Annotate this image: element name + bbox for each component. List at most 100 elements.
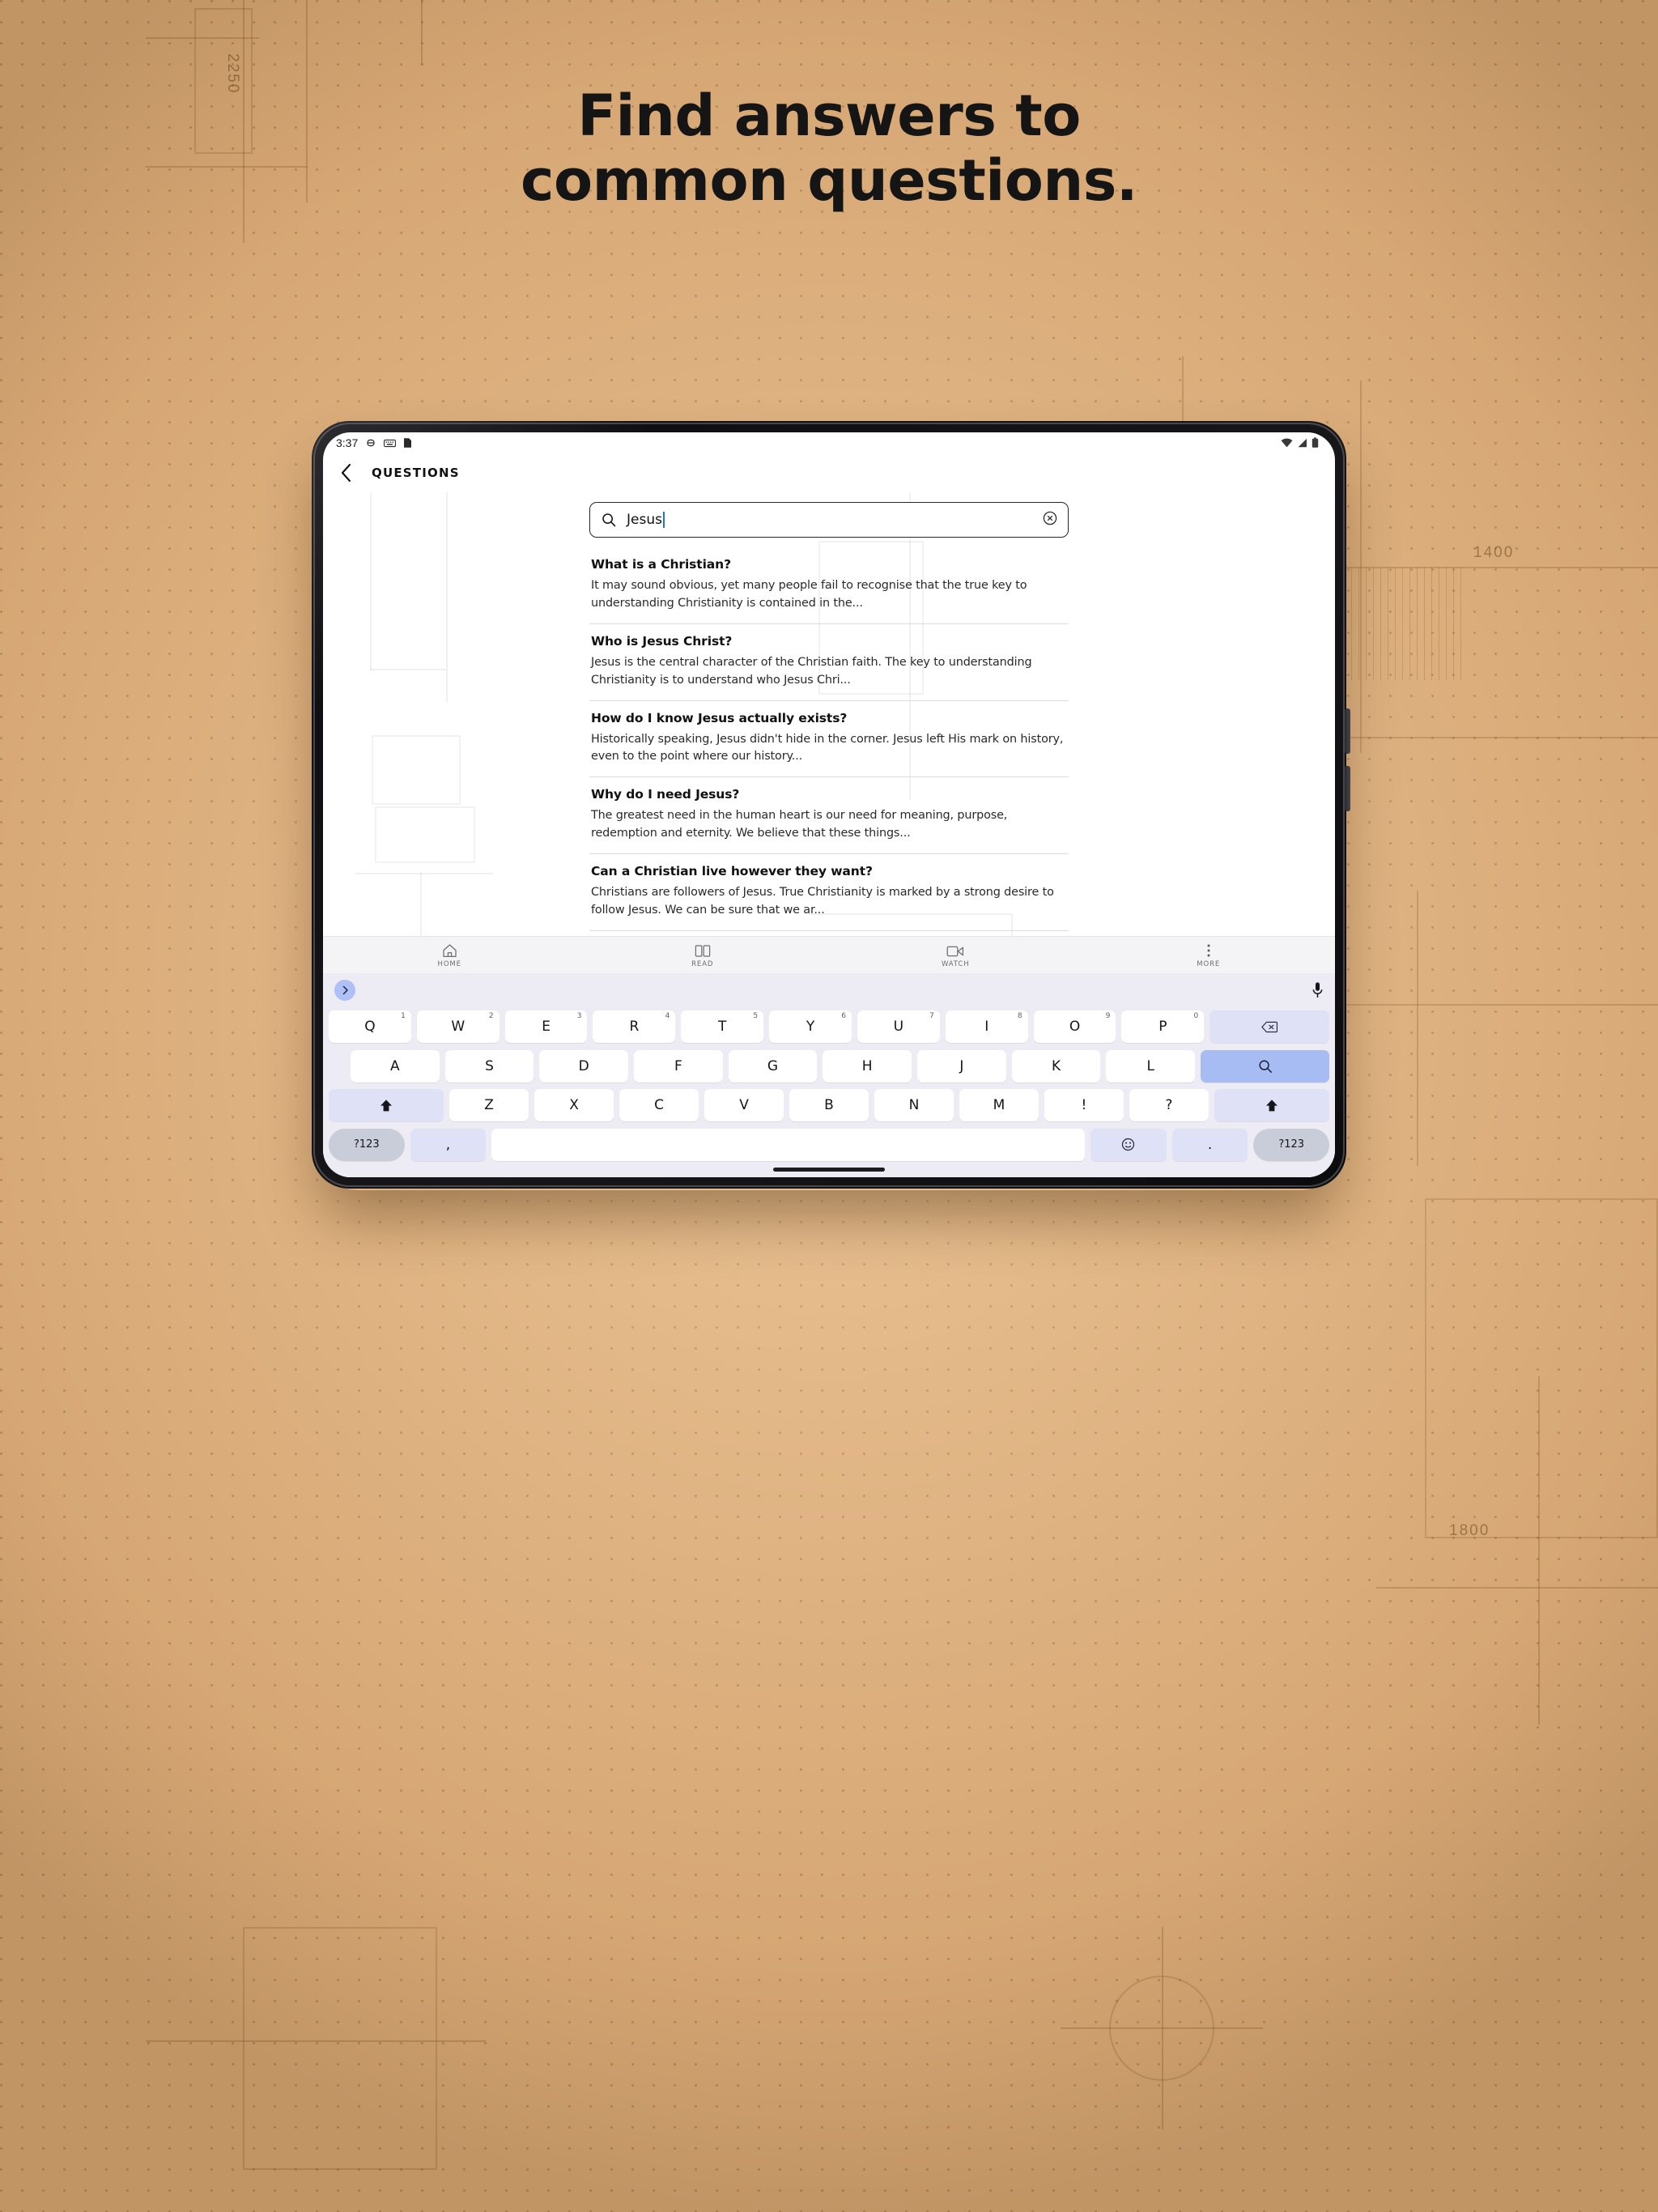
key-s[interactable]: S — [444, 1049, 534, 1083]
key-period[interactable]: . — [1171, 1128, 1248, 1161]
key-backspace[interactable] — [1209, 1010, 1329, 1044]
key-label: W — [451, 1019, 466, 1036]
blueprint-line — [146, 2040, 486, 2042]
key-b[interactable]: B — [789, 1089, 869, 1122]
key-m[interactable]: M — [959, 1089, 1039, 1122]
key-n[interactable]: N — [874, 1089, 954, 1122]
power-button[interactable] — [1345, 766, 1350, 811]
key-e[interactable]: 3E — [504, 1010, 588, 1044]
key-label: I — [984, 1019, 989, 1036]
search-text: Jesus — [627, 512, 662, 528]
key-space[interactable] — [491, 1128, 1086, 1161]
blueprint-label: 1800 — [1449, 1522, 1490, 1539]
search-icon — [1258, 1060, 1272, 1073]
key-o[interactable]: 9O — [1033, 1010, 1116, 1044]
key-hint: 0 — [1193, 1012, 1199, 1021]
key-search-enter[interactable] — [1201, 1049, 1330, 1083]
status-bar-left: 3:37 — [336, 436, 412, 449]
microphone-icon[interactable] — [1312, 981, 1324, 999]
blueprint-line — [421, 0, 423, 65]
tab-read[interactable]: READ — [576, 942, 830, 968]
wifi-icon — [1281, 438, 1293, 448]
key-j[interactable]: J — [917, 1049, 1006, 1083]
key-x[interactable]: X — [534, 1089, 614, 1122]
question-snippet: It may sound obvious, yet many people fa… — [591, 579, 1027, 610]
key-g[interactable]: G — [728, 1049, 818, 1083]
background-artwork-line — [446, 492, 448, 703]
list-item[interactable]: Why do I need Jesus? The greatest need i… — [589, 777, 1069, 855]
key-exclamation[interactable]: ! — [1044, 1089, 1124, 1122]
question-title: Can a Christian live however they want? — [591, 864, 873, 879]
status-bar-right — [1281, 437, 1319, 449]
key-emoji[interactable] — [1090, 1128, 1167, 1161]
key-l[interactable]: L — [1106, 1049, 1196, 1083]
blueprint-line — [1376, 1587, 1658, 1589]
key-shift-right[interactable] — [1214, 1089, 1330, 1122]
tab-watch[interactable]: WATCH — [829, 942, 1082, 968]
tab-home[interactable]: HOME — [323, 942, 576, 968]
key-y[interactable]: 6Y — [769, 1010, 852, 1044]
key-v[interactable]: V — [704, 1089, 784, 1122]
tab-label: MORE — [1197, 959, 1221, 968]
question-title: Why do I need Jesus? — [591, 787, 740, 802]
key-p[interactable]: 0P — [1121, 1010, 1205, 1044]
key-c[interactable]: C — [619, 1089, 699, 1122]
key-label: X — [569, 1097, 579, 1114]
key-t[interactable]: 5T — [681, 1010, 764, 1044]
back-button[interactable] — [334, 461, 359, 485]
key-label: Z — [484, 1097, 494, 1114]
key-q[interactable]: 1Q — [329, 1010, 411, 1044]
open-book-icon — [695, 942, 711, 958]
key-hint: 4 — [665, 1012, 670, 1021]
key-d[interactable]: D — [539, 1049, 629, 1083]
tablet-screen: 3:37 QUESTIONS Jesus What is a Christian… — [323, 432, 1335, 1177]
key-label: D — [578, 1057, 589, 1074]
android-icon — [365, 437, 376, 449]
key-hint: 2 — [488, 1012, 494, 1021]
key-h[interactable]: H — [823, 1049, 912, 1083]
list-item[interactable]: How do I know Jesus actually exists? His… — [589, 701, 1069, 778]
keyboard-row-2: A S D F G H J K L — [323, 1047, 1335, 1087]
question-title: How do I know Jesus actually exists? — [591, 710, 848, 725]
key-hint: 1 — [401, 1012, 406, 1021]
key-a[interactable]: A — [351, 1049, 440, 1083]
key-label: B — [824, 1097, 834, 1114]
key-hint: 7 — [929, 1012, 934, 1021]
blueprint-box — [1425, 1198, 1658, 1538]
key-label: O — [1069, 1019, 1081, 1036]
key-i[interactable]: 8I — [945, 1010, 1028, 1044]
key-label: K — [1051, 1057, 1061, 1074]
list-item[interactable]: Can a Christian live however they want? … — [589, 854, 1069, 931]
blueprint-line — [1162, 1927, 1163, 2129]
battery-icon — [1312, 437, 1319, 449]
volume-button[interactable] — [1345, 708, 1350, 754]
key-comma[interactable]: , — [410, 1128, 487, 1161]
key-hint: 8 — [1017, 1012, 1022, 1021]
key-z[interactable]: Z — [449, 1089, 529, 1122]
gesture-nav-area — [323, 1164, 1335, 1177]
question-title: Who is Jesus Christ? — [591, 633, 733, 649]
list-item[interactable]: What is a Christian? It may sound obviou… — [589, 547, 1069, 624]
tab-label: HOME — [437, 959, 461, 968]
key-w[interactable]: 2W — [416, 1010, 500, 1044]
question-snippet: Jesus is the central character of the Ch… — [591, 655, 1032, 687]
key-r[interactable]: 4R — [593, 1010, 676, 1044]
clear-circle-icon[interactable] — [1042, 510, 1058, 530]
key-symbols-left[interactable]: ?123 — [329, 1128, 405, 1161]
key-u[interactable]: 7U — [857, 1010, 940, 1044]
key-shift-left[interactable] — [329, 1089, 444, 1122]
keyboard-row-1: 1Q 2W 3E 4R 5T 6Y 7U 8I 9O 0P — [323, 1007, 1335, 1047]
key-label: A — [390, 1057, 400, 1074]
key-f[interactable]: F — [634, 1049, 723, 1083]
tab-more[interactable]: MORE — [1082, 942, 1336, 968]
key-question-mark[interactable]: ? — [1129, 1089, 1209, 1122]
home-indicator[interactable] — [773, 1168, 885, 1172]
key-label: T — [718, 1019, 727, 1036]
key-label: ? — [1165, 1097, 1173, 1114]
key-label: E — [542, 1019, 551, 1036]
list-item[interactable]: Who is Jesus Christ? Jesus is the centra… — [589, 624, 1069, 701]
search-input[interactable]: Jesus — [589, 502, 1069, 538]
key-symbols-right[interactable]: ?123 — [1253, 1128, 1330, 1161]
key-k[interactable]: K — [1011, 1049, 1101, 1083]
chevron-right-icon[interactable] — [334, 980, 355, 1001]
